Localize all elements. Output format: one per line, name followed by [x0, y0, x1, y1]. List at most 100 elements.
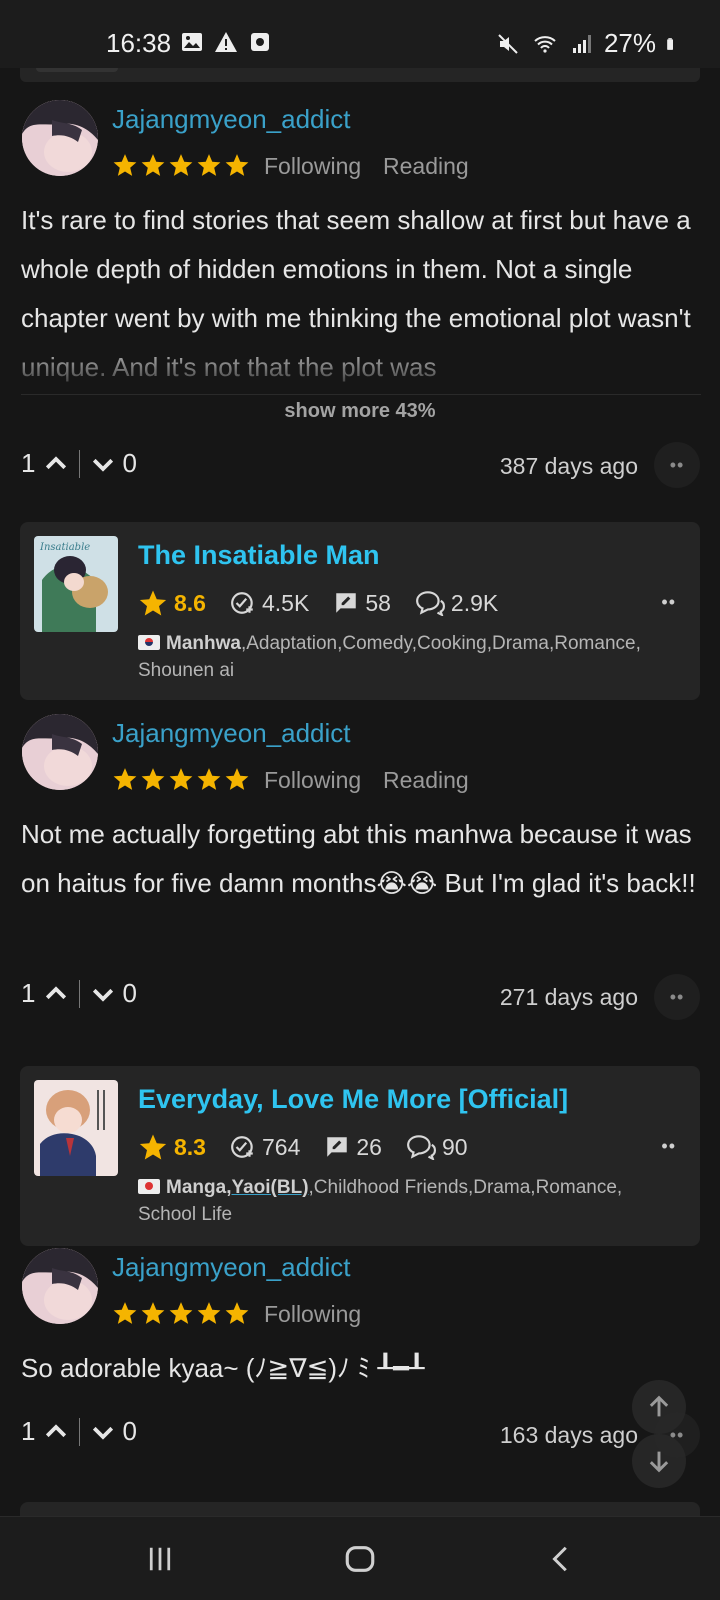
comments-stat: 2.9K — [415, 590, 498, 617]
previous-cover-image — [36, 68, 118, 72]
star-icon — [169, 1302, 193, 1324]
next-title-card[interactable] — [20, 1502, 700, 1516]
scroll-down-button[interactable] — [632, 1434, 686, 1488]
recent-apps-button[interactable] — [130, 1537, 190, 1581]
card-more-options[interactable]: •• — [661, 592, 676, 613]
reviews-count: 58 — [365, 589, 391, 616]
title-card[interactable]: Everyday, Love Me More [Official] 8.3 76… — [20, 1066, 700, 1246]
home-button[interactable] — [330, 1537, 390, 1581]
downvote-count: 0 — [122, 978, 137, 1008]
downvote-icon[interactable] — [88, 449, 118, 479]
scroll-up-button[interactable] — [632, 1380, 686, 1434]
title-type[interactable]: Manhwa — [166, 633, 241, 654]
battery-icon — [667, 37, 673, 50]
avatar[interactable] — [22, 1248, 98, 1324]
highlight-genre[interactable]: Yaoi(BL) — [231, 1177, 308, 1198]
title-stats: 8.3 764 26 90 — [138, 1132, 492, 1162]
review-icon — [336, 593, 357, 613]
card-more-options[interactable]: •• — [661, 1136, 676, 1157]
reviews-stat: 58 — [333, 590, 391, 617]
follow-check-icon — [231, 592, 253, 614]
star-icon — [141, 1302, 165, 1324]
japan-flag-icon — [138, 1179, 160, 1194]
comments-icon — [415, 591, 445, 616]
comments-icon — [407, 1135, 436, 1160]
vote-divider — [79, 1417, 81, 1446]
star-icon — [113, 1302, 137, 1324]
comments-count: 2.9K — [450, 589, 499, 616]
star-icon — [139, 590, 167, 616]
arrow-down-icon — [649, 1451, 669, 1473]
upvote-count: 1 — [21, 1416, 36, 1446]
avatar[interactable] — [22, 100, 98, 176]
follows-count: 4.5K — [261, 589, 310, 616]
follows-stat: 4.5K — [230, 590, 309, 617]
star-rating — [112, 766, 250, 792]
title-type[interactable]: Manga — [166, 1177, 226, 1198]
username[interactable]: Jajangmyeon_addict — [112, 1252, 351, 1283]
status-bar: 16:38 27% — [0, 0, 720, 68]
vote-controls: 1 0 — [21, 448, 137, 479]
review-text: Not me actually forgetting abt this manh… — [21, 819, 696, 898]
vote-divider — [79, 449, 81, 478]
star-icon — [169, 154, 193, 176]
title-card[interactable]: Insatiable The Insatiable Man 8.6 4.5K 5… — [20, 522, 700, 700]
star-icon — [113, 154, 137, 176]
back-button[interactable] — [532, 1537, 592, 1581]
title-stats: 8.6 4.5K 58 2.9K — [138, 588, 522, 618]
mute-icon — [498, 33, 518, 54]
star-icon — [141, 154, 165, 176]
username[interactable]: Jajangmyeon_addict — [112, 718, 351, 749]
korea-flag-icon — [138, 635, 160, 650]
tag-reading: Reading — [383, 767, 469, 793]
upvote-icon[interactable] — [41, 979, 71, 1009]
upvote-icon[interactable] — [41, 449, 71, 479]
star-icon — [225, 1302, 249, 1324]
username[interactable]: Jajangmyeon_addict — [112, 104, 351, 135]
star-icon — [197, 154, 221, 176]
tag-following: Following — [264, 767, 362, 793]
vote-divider — [79, 979, 81, 1008]
show-more-button[interactable]: show more 43% — [0, 400, 720, 423]
reviews-count: 26 — [356, 1133, 382, 1160]
more-options-button[interactable]: •• — [654, 974, 700, 1020]
cover-image[interactable] — [34, 1080, 118, 1176]
star-rating — [112, 152, 250, 178]
star-icon — [225, 768, 249, 790]
status-time: 16:38 — [106, 28, 172, 58]
review-icon — [327, 1137, 348, 1157]
rating-value: 8.6 — [174, 589, 206, 616]
rating-stat: 8.6 — [138, 588, 206, 618]
vote-controls: 1 0 — [21, 978, 137, 1009]
title-name[interactable]: Everyday, Love Me More [Official] — [138, 1084, 568, 1115]
comments-stat: 90 — [406, 1134, 468, 1161]
reviews-stat: 26 — [324, 1134, 382, 1161]
star-icon — [197, 1302, 221, 1324]
follows-stat: 764 — [230, 1134, 300, 1161]
more-options-button[interactable]: •• — [654, 442, 700, 488]
star-icon — [139, 1134, 167, 1160]
upvote-count: 1 — [21, 448, 36, 478]
star-icon — [225, 154, 249, 176]
review-feed[interactable]: Jajangmyeon_addict Following Reading It'… — [0, 68, 720, 1516]
avatar[interactable] — [22, 714, 98, 790]
upvote-icon[interactable] — [41, 1417, 71, 1447]
rating-value: 8.3 — [174, 1133, 206, 1160]
star-rating — [112, 1300, 250, 1326]
recent-apps-icon — [149, 1547, 171, 1571]
follow-check-icon — [231, 1136, 253, 1158]
downvote-icon[interactable] — [88, 1417, 118, 1447]
signal-icon — [572, 34, 591, 53]
timestamp: 163 days ago — [499, 1422, 638, 1448]
vote-controls: 1 0 — [21, 1416, 137, 1447]
star-icon — [141, 768, 165, 790]
tag-following: Following — [264, 1301, 362, 1327]
previous-title-card[interactable] — [20, 68, 700, 82]
title-name[interactable]: The Insatiable Man — [138, 540, 380, 571]
timestamp: 387 days ago — [499, 453, 638, 479]
cover-image[interactable]: Insatiable — [34, 536, 118, 632]
genre-list: Manhwa,Adaptation,Comedy,Cooking,Drama,R… — [138, 630, 683, 684]
genre-list: Manga,Yaoi(BL),Childhood Friends,Drama,R… — [138, 1177, 623, 1225]
back-icon — [552, 1546, 567, 1572]
downvote-icon[interactable] — [88, 979, 118, 1009]
